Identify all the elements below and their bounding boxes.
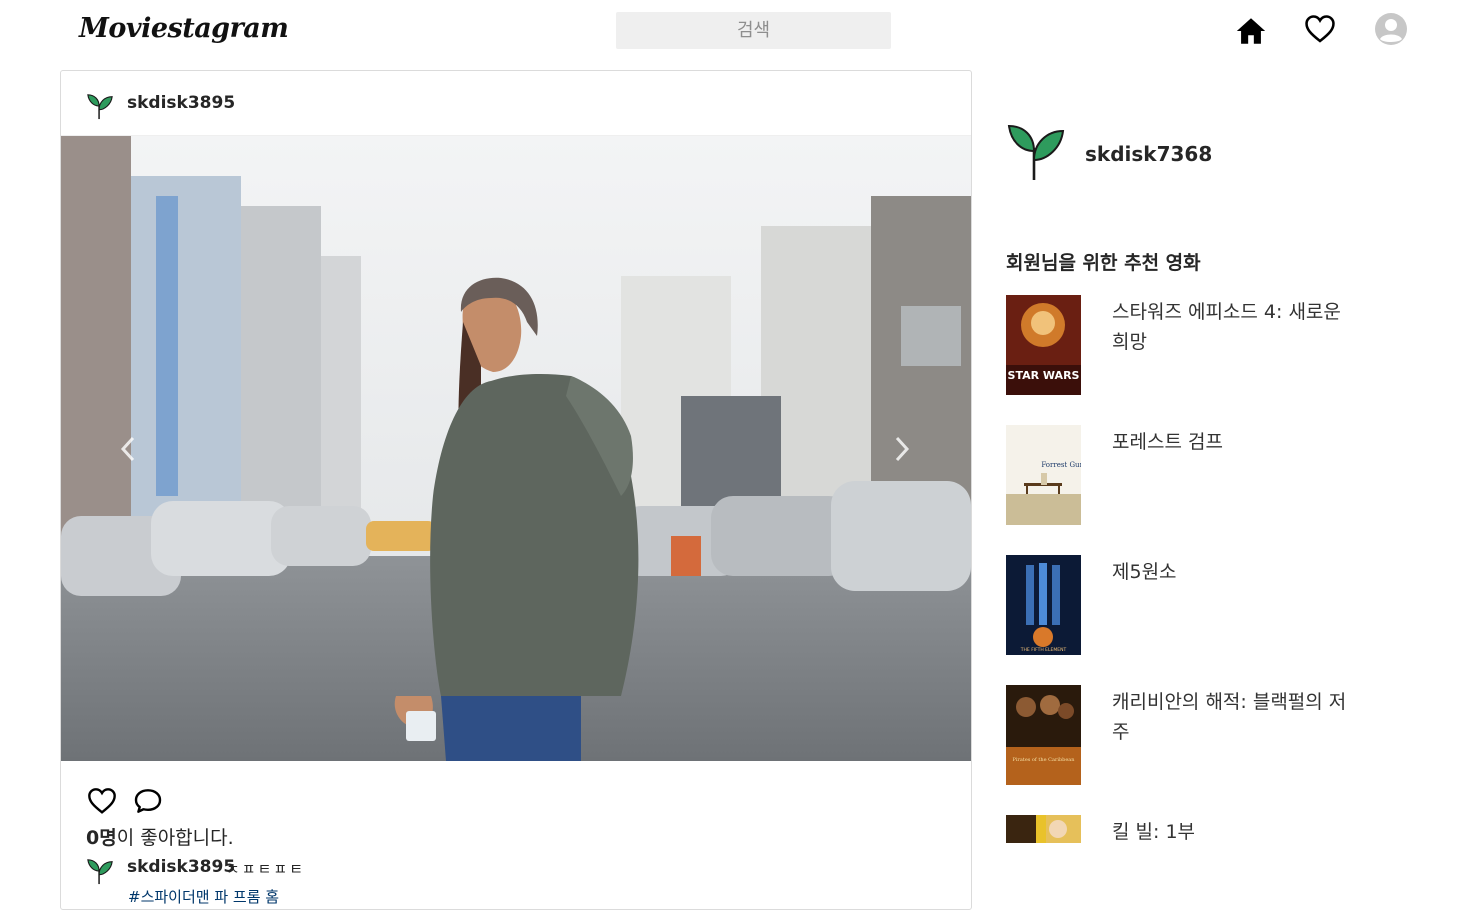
poster-title: Pirates of the Caribbean <box>1012 757 1075 763</box>
hashtag-link[interactable]: #스파이더맨 파 프롬 홈 <box>128 886 279 907</box>
likes-suffix: 이 좋아합니다. <box>116 827 234 849</box>
leaf-avatar-icon[interactable] <box>86 856 114 886</box>
post-card: skdisk3895 0명이 좋아합니다. skdisk3895 ㅊㅍㅌㅍㅌ #… <box>60 70 972 910</box>
recommended-movie[interactable]: Forrest Gump 포레스트 검프 <box>1006 425 1366 525</box>
likes-count: 0명이 좋아합니다. <box>86 823 234 850</box>
movie-title[interactable]: 킬 빌: 1부 <box>1112 817 1352 843</box>
profile-icon[interactable] <box>1374 12 1408 46</box>
movie-title[interactable]: 포레스트 검프 <box>1112 427 1352 457</box>
caption-text: ㅊㅍㅌㅍㅌ <box>226 860 306 878</box>
movie-title[interactable]: 캐리비안의 해적: 블랙펄의 저주 <box>1112 687 1352 747</box>
movie-title[interactable]: 제5원소 <box>1112 557 1352 587</box>
post-photo-image <box>61 136 971 761</box>
leaf-avatar-icon[interactable] <box>86 91 114 121</box>
sidebar-username[interactable]: skdisk7368 <box>1085 142 1212 166</box>
post-username[interactable]: skdisk3895 <box>127 93 235 113</box>
likes-number: 0명 <box>86 827 117 849</box>
recommended-movie[interactable]: 킬 빌: 1부 <box>1006 815 1366 843</box>
heart-icon[interactable] <box>1303 12 1337 46</box>
recommended-movie[interactable]: THE FIFTH ELEMENT 제5원소 <box>1006 555 1366 655</box>
comment-bubble-icon[interactable] <box>131 785 165 817</box>
poster-title: Forrest Gump <box>1041 461 1081 469</box>
carousel-prev-icon[interactable] <box>117 434 141 464</box>
movie-poster[interactable]: Pirates of the Caribbean <box>1006 685 1081 785</box>
movie-poster[interactable] <box>1006 815 1081 843</box>
recommended-movie[interactable]: Pirates of the Caribbean 캐리비안의 해적: 블랙펄의 … <box>1006 685 1366 785</box>
carousel-next-icon[interactable] <box>889 434 913 464</box>
search-input[interactable] <box>616 12 891 49</box>
poster-title: STAR WARS <box>1008 369 1080 382</box>
like-heart-icon[interactable] <box>85 785 119 817</box>
movie-title[interactable]: 스타워즈 에피소드 4: 새로운 희망 <box>1112 297 1352 357</box>
top-nav: Moviestagram <box>0 0 1464 62</box>
caption-username[interactable]: skdisk3895 <box>127 857 235 877</box>
leaf-avatar-icon[interactable] <box>1006 118 1066 184</box>
home-icon[interactable] <box>1234 14 1268 48</box>
movie-poster[interactable]: THE FIFTH ELEMENT <box>1006 555 1081 655</box>
post-photo[interactable] <box>61 136 971 761</box>
recommendation-list: STAR WARS 스타워즈 에피소드 4: 새로운 희망 Forrest Gu… <box>1006 295 1366 843</box>
movie-poster[interactable]: Forrest Gump <box>1006 425 1081 525</box>
recommended-movie[interactable]: STAR WARS 스타워즈 에피소드 4: 새로운 희망 <box>1006 295 1366 395</box>
app-logo[interactable]: Moviestagram <box>79 13 289 44</box>
poster-title: THE FIFTH ELEMENT <box>1020 647 1067 653</box>
recommendations-heading: 회원님을 위한 추천 영화 <box>1006 252 1201 274</box>
post-header: skdisk3895 <box>61 71 971 136</box>
movie-poster[interactable]: STAR WARS <box>1006 295 1081 395</box>
